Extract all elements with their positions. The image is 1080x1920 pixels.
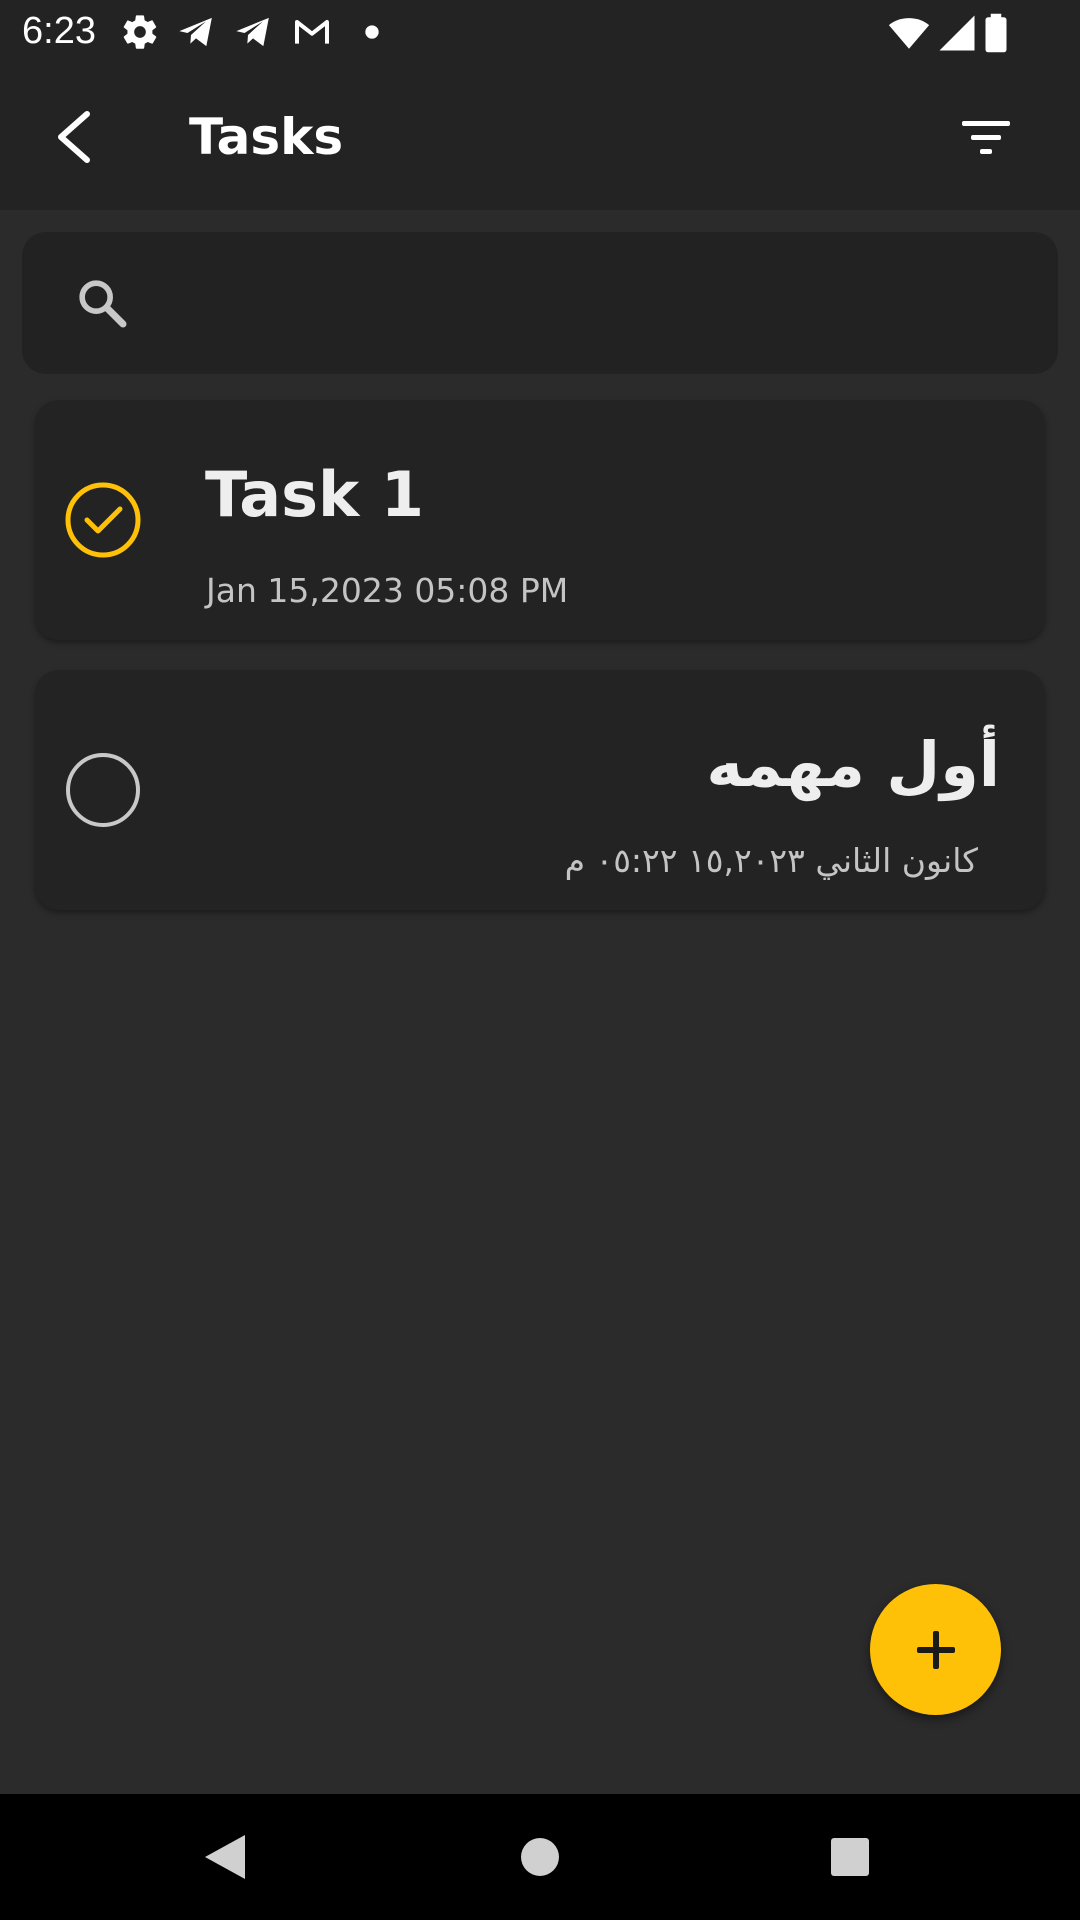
back-button[interactable] xyxy=(38,102,108,172)
filter-icon xyxy=(962,121,1010,154)
task-checkbox-unchecked[interactable] xyxy=(63,750,143,830)
task-title: Task 1 xyxy=(205,458,424,531)
plus-icon xyxy=(916,1630,955,1669)
search-icon xyxy=(79,280,127,328)
telegram-icon xyxy=(179,17,212,47)
check-circle-icon xyxy=(65,482,141,558)
task-date: كانون الثاني ١٥,٢٠٢٣ ٠٥:٢٢ م xyxy=(564,841,978,880)
page-title: Tasks xyxy=(189,108,344,166)
home-circle-icon xyxy=(521,1838,559,1876)
task-date: Jan 15,2023 05:08 PM xyxy=(206,571,569,610)
gear-icon xyxy=(123,15,157,49)
task-card[interactable]: أول مهمه كانون الثاني ١٥,٢٠٢٣ ٠٥:٢٢ م xyxy=(35,670,1045,910)
telegram-icon xyxy=(236,17,269,47)
search-bar xyxy=(22,232,1058,374)
nav-home-button[interactable] xyxy=(505,1822,575,1892)
task-checkbox-checked[interactable] xyxy=(63,480,143,560)
add-task-button[interactable] xyxy=(870,1584,1001,1715)
battery-icon xyxy=(985,13,1007,53)
back-triangle-icon xyxy=(205,1835,245,1879)
dot-icon xyxy=(365,25,379,39)
wifi-icon xyxy=(888,18,930,49)
chevron-left-icon xyxy=(58,111,90,163)
task-title: أول مهمه xyxy=(706,728,1000,801)
search-input[interactable] xyxy=(152,262,1036,346)
app-bar: Tasks xyxy=(0,63,1080,210)
recents-square-icon xyxy=(831,1838,869,1876)
status-time: 6:23 xyxy=(22,10,96,52)
signal-icon xyxy=(939,15,975,51)
task-card[interactable]: Task 1 Jan 15,2023 05:08 PM xyxy=(35,400,1045,640)
system-nav-bar xyxy=(0,1794,1080,1920)
empty-circle-icon xyxy=(66,753,140,827)
status-bar: 6:23 xyxy=(0,0,1080,63)
nav-back-button[interactable] xyxy=(190,1822,260,1892)
gmail-icon xyxy=(295,20,329,44)
nav-recents-button[interactable] xyxy=(815,1822,885,1892)
filter-button[interactable] xyxy=(950,102,1022,174)
